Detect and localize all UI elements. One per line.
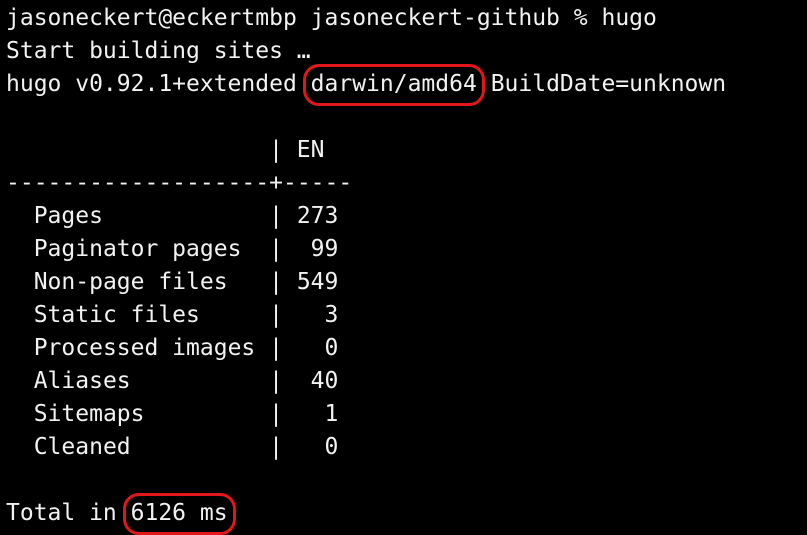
row-label: Sitemaps	[33, 401, 145, 427]
row-label: Paginator pages	[33, 236, 242, 262]
table-separator: -------------------+-----	[6, 170, 353, 196]
total-time-highlight: 6126 ms	[122, 493, 236, 535]
row-label: Static files	[33, 302, 200, 328]
row-value: 0	[324, 434, 339, 460]
row-label: Aliases	[33, 368, 131, 394]
prompt-directory: jasoneckert-github	[310, 5, 560, 31]
table-row: Pages | 273	[33, 203, 339, 229]
total-prefix: Total in	[6, 500, 117, 526]
start-building-line: Start building sites …	[6, 38, 311, 64]
row-label: Cleaned	[33, 434, 131, 460]
platform-text: darwin/amd64	[310, 71, 477, 97]
row-label: Processed images	[33, 335, 256, 361]
row-value: 0	[324, 335, 339, 361]
row-value: 99	[310, 236, 339, 262]
table-row: Aliases | 40	[33, 368, 339, 394]
row-value: 40	[310, 368, 339, 394]
table-row: Processed images | 0	[33, 335, 339, 361]
row-value: 549	[296, 269, 339, 295]
prompt-symbol: %	[573, 5, 588, 31]
table-row: Static files | 3	[33, 302, 339, 328]
build-date-text: BuildDate=unknown	[490, 71, 727, 97]
row-value: 273	[296, 203, 339, 229]
version-text: hugo v0.92.1+extended	[6, 71, 297, 97]
row-label: Pages	[33, 203, 103, 229]
table-row: Cleaned | 0	[33, 434, 339, 460]
total-line: Total in 6126 ms	[6, 493, 236, 535]
prompt-user: jasoneckert@eckertmbp	[6, 5, 297, 31]
row-label: Non-page files	[33, 269, 228, 295]
row-value: 1	[324, 401, 339, 427]
terminal-window[interactable]: jasoneckert@eckertmbp jasoneckert-github…	[0, 0, 807, 535]
command-text: hugo	[601, 5, 657, 31]
row-value: 3	[324, 302, 339, 328]
table-header-en: EN	[296, 137, 325, 163]
prompt-line: jasoneckert@eckertmbp jasoneckert-github…	[6, 2, 657, 35]
total-time-text: 6126 ms	[130, 500, 228, 526]
platform-highlight: darwin/amd64	[302, 64, 486, 106]
version-line: hugo v0.92.1+extended darwin/amd64 Build…	[6, 64, 727, 106]
table-row: Paginator pages | 99	[33, 236, 339, 262]
table-header-row: | EN	[6, 137, 325, 163]
table-row: Non-page files | 549	[33, 269, 339, 295]
table-row: Sitemaps | 1	[33, 401, 339, 427]
